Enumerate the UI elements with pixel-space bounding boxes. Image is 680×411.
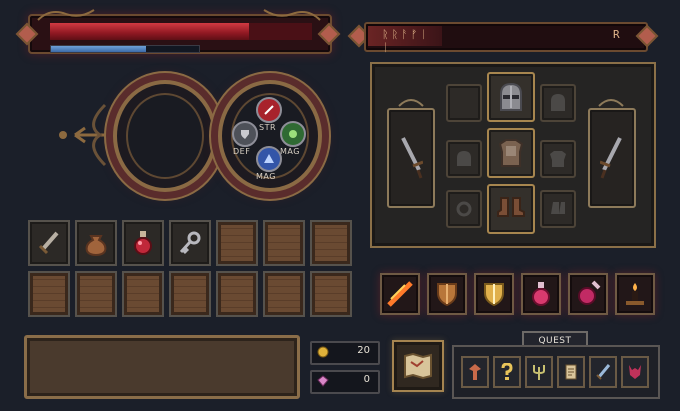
red-potion-icon: [134, 231, 152, 255]
skill-fire-slash[interactable]: [380, 273, 420, 315]
sword-icon: [596, 364, 611, 380]
inventory-slot-empty[interactable]: [310, 271, 352, 317]
equip-slot-left-weapon[interactable]: [387, 108, 435, 208]
mana-bar-fill: [51, 46, 146, 52]
equip-slot-shoulder-right[interactable]: [540, 140, 576, 178]
quest-slot-scroll[interactable]: [557, 356, 585, 388]
scroll-icon: [565, 364, 577, 380]
left-hand-crest-icon: [398, 99, 424, 107]
stat-mag-label: MAG: [280, 147, 300, 156]
shield-flame-icon: [437, 283, 457, 307]
equip-slot-chest[interactable]: [487, 128, 535, 178]
skill-mana-potion[interactable]: [568, 273, 608, 315]
sword-icon: [401, 137, 423, 179]
equip-slot-empty[interactable]: [446, 84, 482, 122]
right-hand-crest-icon: [598, 99, 624, 107]
boots-ghost-icon: [551, 202, 565, 214]
sword-icon: [600, 137, 622, 179]
inventory-slot-empty[interactable]: [310, 220, 352, 266]
skill-golden-shield[interactable]: [474, 273, 514, 315]
equip-slot-boots[interactable]: [487, 184, 535, 234]
quest-slot-totem[interactable]: [461, 356, 489, 388]
gem-amount: 0: [363, 374, 370, 385]
quest-slot-sword[interactable]: [589, 356, 617, 388]
inventory-slot-sword[interactable]: [28, 220, 70, 266]
quest-slot-trident[interactable]: [525, 356, 553, 388]
stat-def-label: DEF: [233, 147, 251, 156]
fire-slash-icon: [387, 281, 413, 307]
top-flourish-icon: [37, 9, 95, 21]
gold-counter: 20: [310, 341, 380, 365]
gem-counter: 0: [310, 370, 380, 394]
inventory-slot-key[interactable]: [169, 220, 211, 266]
map-icon: [404, 352, 432, 380]
skill-health-potion[interactable]: [521, 273, 561, 315]
health-bar-fill: [50, 23, 249, 40]
inventory-slot-pouch[interactable]: [75, 220, 117, 266]
inventory-slot-empty[interactable]: [75, 271, 117, 317]
demon-icon: [629, 365, 641, 379]
mag-blue-gem-icon: [256, 146, 282, 172]
inventory-slot-empty[interactable]: [28, 271, 70, 317]
inventory-slot-empty[interactable]: [216, 271, 258, 317]
helmet-ghost-icon: [551, 94, 565, 111]
chest-armor-icon: [498, 139, 524, 167]
def-gem-icon: [232, 121, 258, 147]
ring-ghost-icon: [456, 201, 472, 217]
mana-potion-icon: [578, 280, 601, 305]
map-button[interactable]: [392, 340, 444, 392]
golden-shield-icon: [484, 283, 504, 307]
skill-shield-flame[interactable]: [427, 273, 467, 315]
str-gem-icon: [256, 97, 282, 123]
inventory-slot-empty[interactable]: [169, 271, 211, 317]
key-icon: [179, 231, 201, 255]
rune-bar-end-glyph: R: [613, 28, 620, 41]
health-bar-empty: [249, 23, 312, 40]
totem-icon: [469, 364, 481, 380]
question-icon: [501, 363, 513, 380]
stat-mag-blue[interactable]: MAG: [256, 146, 282, 181]
inventory-slot-empty[interactable]: [122, 271, 164, 317]
top-flourish-right-icon: [263, 9, 321, 21]
gold-amount: 20: [357, 345, 370, 356]
sword-icon: [38, 231, 59, 255]
inventory-slot-red-potion[interactable]: [122, 220, 164, 266]
portrait-ring[interactable]: [113, 80, 217, 192]
equip-slot-ring-left[interactable]: [446, 190, 482, 228]
health-potion-icon: [532, 282, 550, 306]
equip-slot-helmet[interactable]: [487, 72, 535, 122]
equip-slot-ring-right[interactable]: [540, 190, 576, 228]
gem-icon: [317, 375, 329, 387]
quest-slot-question[interactable]: [493, 356, 521, 388]
stat-def[interactable]: DEF: [232, 121, 258, 156]
mag-green-gem-icon: [280, 121, 306, 147]
helmet-ghost-icon: [457, 151, 471, 166]
inventory-slot-empty[interactable]: [216, 220, 258, 266]
stat-mag-2-label: MAG: [256, 172, 276, 181]
equip-slot-right-weapon[interactable]: [588, 108, 636, 208]
trident-icon: [533, 365, 545, 380]
helmet-icon: [500, 82, 522, 111]
rune-bar-text: ᚱᚱᚨᚠᛁ ᛁ: [382, 28, 430, 54]
candle-altar-icon: [626, 283, 644, 305]
armor-ghost-icon: [550, 151, 566, 167]
quest-slot-demon[interactable]: [621, 356, 649, 388]
equip-slot-helmet-alt[interactable]: [540, 84, 576, 122]
pouch-icon: [85, 235, 107, 256]
skill-candle-altar[interactable]: [615, 273, 655, 315]
inventory-slot-empty[interactable]: [263, 271, 305, 317]
stat-str-label: STR: [259, 123, 277, 132]
message-box: [24, 335, 300, 399]
stat-str[interactable]: STR: [256, 97, 282, 132]
portrait-slot[interactable]: [126, 93, 204, 179]
gold-coin-icon: [317, 346, 329, 358]
equip-slot-shoulder-left[interactable]: [446, 140, 482, 178]
ring-ornament-icon: [59, 103, 113, 167]
boots-icon: [497, 197, 525, 217]
inventory-slot-empty[interactable]: [263, 220, 305, 266]
stat-mag-green[interactable]: MAG: [280, 121, 306, 156]
